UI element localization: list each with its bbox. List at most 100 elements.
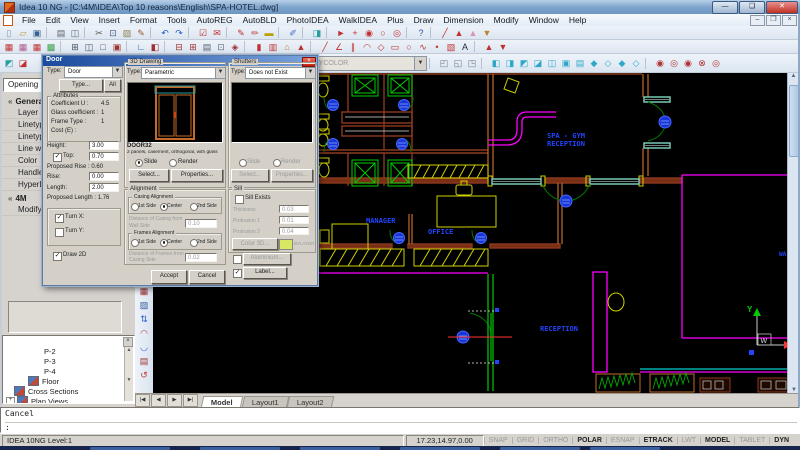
frames-dist-field[interactable]: 0.02 bbox=[185, 253, 217, 262]
raise-tool-icon[interactable]: ▲ bbox=[294, 41, 308, 53]
menu-format[interactable]: Format bbox=[125, 15, 162, 25]
length-field[interactable]: 2.00 bbox=[89, 183, 119, 192]
shutters-type-combo[interactable]: Does not Exist ▼ bbox=[245, 67, 316, 79]
ucs-box-3-icon[interactable]: ◳ bbox=[465, 57, 479, 69]
v-wall-icon[interactable]: ▦ bbox=[137, 285, 151, 297]
draw-point-icon[interactable]: • bbox=[430, 41, 444, 53]
menu-help[interactable]: Help bbox=[564, 15, 591, 25]
plot-check-icon[interactable]: ☑ bbox=[196, 27, 210, 39]
v-rotate-icon[interactable]: ↺ bbox=[137, 369, 151, 381]
wall-grid-2-icon[interactable]: ▦ bbox=[16, 41, 30, 53]
sheet-icon[interactable]: ▤ bbox=[200, 41, 214, 53]
aluminium-button[interactable]: Aluminium... bbox=[243, 253, 291, 265]
v-slab-icon[interactable]: ▤ bbox=[137, 355, 151, 367]
paste-icon[interactable]: ▨ bbox=[120, 27, 134, 39]
toggle-polar[interactable]: POLAR bbox=[572, 437, 606, 444]
casing-dist-field[interactable]: 0.10 bbox=[185, 219, 217, 228]
mdi-minimize-button[interactable]: – bbox=[750, 15, 765, 26]
solid-union-icon[interactable]: ◆ bbox=[587, 57, 601, 69]
print-icon[interactable]: ▤ bbox=[54, 27, 68, 39]
toggle-lwt[interactable]: LWT bbox=[677, 437, 700, 444]
tree-item-p-3[interactable]: P-3 bbox=[4, 356, 122, 366]
wall-grid-1-icon[interactable]: ▦ bbox=[2, 41, 16, 53]
menu-walkidea[interactable]: WalkIDEA bbox=[334, 15, 382, 25]
tab-last-icon[interactable]: ▶| bbox=[183, 394, 198, 407]
ucs-box-2-icon[interactable]: ◱ bbox=[451, 57, 465, 69]
menu-tools[interactable]: Tools bbox=[162, 15, 192, 25]
protrusion1-field[interactable]: 0.01 bbox=[279, 216, 309, 224]
toggle-etrack[interactable]: ETRACK bbox=[639, 437, 677, 444]
menu-plus[interactable]: Plus bbox=[382, 15, 409, 25]
wall-grid-4-icon[interactable]: ▩ bbox=[44, 41, 58, 53]
turn-y-checkbox[interactable] bbox=[55, 228, 64, 237]
wall-grid-3-icon[interactable]: ▦ bbox=[30, 41, 44, 53]
zoom-previous-icon[interactable]: ◎ bbox=[667, 57, 681, 69]
menu-window[interactable]: Window bbox=[524, 15, 564, 25]
top-field[interactable]: 0.70 bbox=[89, 152, 119, 161]
label-button[interactable]: Label... bbox=[243, 267, 287, 279]
command-prompt[interactable]: : bbox=[5, 422, 797, 432]
draw-polyline-icon[interactable]: ∠ bbox=[332, 41, 346, 53]
toggle-ortho[interactable]: ORTHO bbox=[538, 437, 572, 444]
rise-field[interactable]: 0.00 bbox=[89, 172, 119, 181]
beam-tool-icon[interactable]: ∟ bbox=[134, 41, 148, 53]
protrusion2-field[interactable]: 0.04 bbox=[279, 227, 309, 235]
toggle-model[interactable]: MODEL bbox=[700, 437, 734, 444]
turn-x-checkbox[interactable]: ✓ bbox=[55, 214, 64, 223]
solid-wedge-icon[interactable]: ◨ bbox=[503, 57, 517, 69]
markup-a-icon[interactable]: ▲ bbox=[452, 27, 466, 39]
solid-torus-icon[interactable]: ▣ bbox=[559, 57, 573, 69]
shutters-properties-button[interactable]: Properties... bbox=[271, 169, 313, 182]
chevron-down-icon[interactable]: ▼ bbox=[414, 57, 426, 70]
draw-rectangle-icon[interactable]: ▭ bbox=[388, 41, 402, 53]
solid-extrude-icon[interactable]: ▤ bbox=[573, 57, 587, 69]
cut-icon[interactable]: ✂ bbox=[92, 27, 106, 39]
paintbrush-icon[interactable]: ✐ bbox=[286, 27, 300, 39]
shutters-render-radio[interactable] bbox=[273, 159, 281, 167]
tab-first-icon[interactable]: |◀ bbox=[135, 394, 150, 407]
opening-tool-icon[interactable]: ▣ bbox=[110, 41, 124, 53]
all-button[interactable]: All bbox=[104, 79, 121, 92]
column-tool-icon[interactable]: ◫ bbox=[82, 41, 96, 53]
menu-insert[interactable]: Insert bbox=[94, 15, 125, 25]
minimize-button[interactable]: — bbox=[712, 1, 738, 14]
draw-2d-checkbox[interactable]: ✓ bbox=[53, 252, 62, 261]
view-3d-b-icon[interactable]: ◪ bbox=[16, 57, 30, 69]
sill-exists-checkbox[interactable] bbox=[235, 195, 244, 204]
format-painter-icon[interactable]: ✎ bbox=[134, 27, 148, 39]
menu-view[interactable]: View bbox=[65, 15, 93, 25]
publish-icon[interactable]: ✉ bbox=[210, 27, 224, 39]
aluminium-checkbox[interactable] bbox=[233, 255, 242, 264]
markup-c-icon[interactable]: ▼ bbox=[480, 27, 494, 39]
draw-line-icon[interactable]: ╱ bbox=[318, 41, 332, 53]
load-tool-icon[interactable]: ◧ bbox=[148, 41, 162, 53]
command-window[interactable]: Cancel : bbox=[0, 407, 800, 433]
door-tool-icon[interactable]: ⊞ bbox=[186, 41, 200, 53]
draw-arc-icon[interactable]: ◠ bbox=[360, 41, 374, 53]
move-up-icon[interactable]: ▲ bbox=[482, 41, 496, 53]
drawing3d-type-combo[interactable]: Parametric ▼ bbox=[141, 67, 226, 79]
height-field[interactable]: 3.00 bbox=[89, 141, 119, 150]
color-3d-button[interactable]: Color 3D... bbox=[232, 238, 278, 250]
mdi-close-button[interactable]: × bbox=[782, 15, 797, 26]
redo-icon[interactable]: ↷ bbox=[172, 27, 186, 39]
undo-icon[interactable]: ↶ bbox=[158, 27, 172, 39]
draw-hatch-icon[interactable]: ▧ bbox=[444, 41, 458, 53]
type-button[interactable]: Type... bbox=[59, 79, 103, 92]
markup-b-icon[interactable]: ▲ bbox=[466, 27, 480, 39]
menu-autobld[interactable]: AutoBLD bbox=[238, 15, 282, 25]
color-swatch[interactable] bbox=[279, 239, 293, 250]
tab-prev-icon[interactable]: ◀ bbox=[151, 394, 166, 407]
toggle-esnap[interactable]: ESNAP bbox=[606, 437, 639, 444]
tree-item-p-4[interactable]: P-4 bbox=[4, 366, 122, 376]
windows-taskbar[interactable] bbox=[0, 446, 800, 450]
door-type-combo[interactable]: Door ▼ bbox=[64, 66, 123, 78]
open-file-icon[interactable]: ▱ bbox=[16, 27, 30, 39]
tree-item-p-2[interactable]: P-2 bbox=[4, 346, 122, 356]
shutters-slide-radio[interactable] bbox=[239, 159, 247, 167]
label-checkbox[interactable]: ✓ bbox=[233, 269, 242, 278]
close-icon[interactable]: × bbox=[123, 337, 133, 347]
slide-radio[interactable] bbox=[135, 159, 143, 167]
zoom-window-icon[interactable]: ◎ bbox=[390, 27, 404, 39]
v-swap-icon[interactable]: ⇅ bbox=[137, 313, 151, 325]
